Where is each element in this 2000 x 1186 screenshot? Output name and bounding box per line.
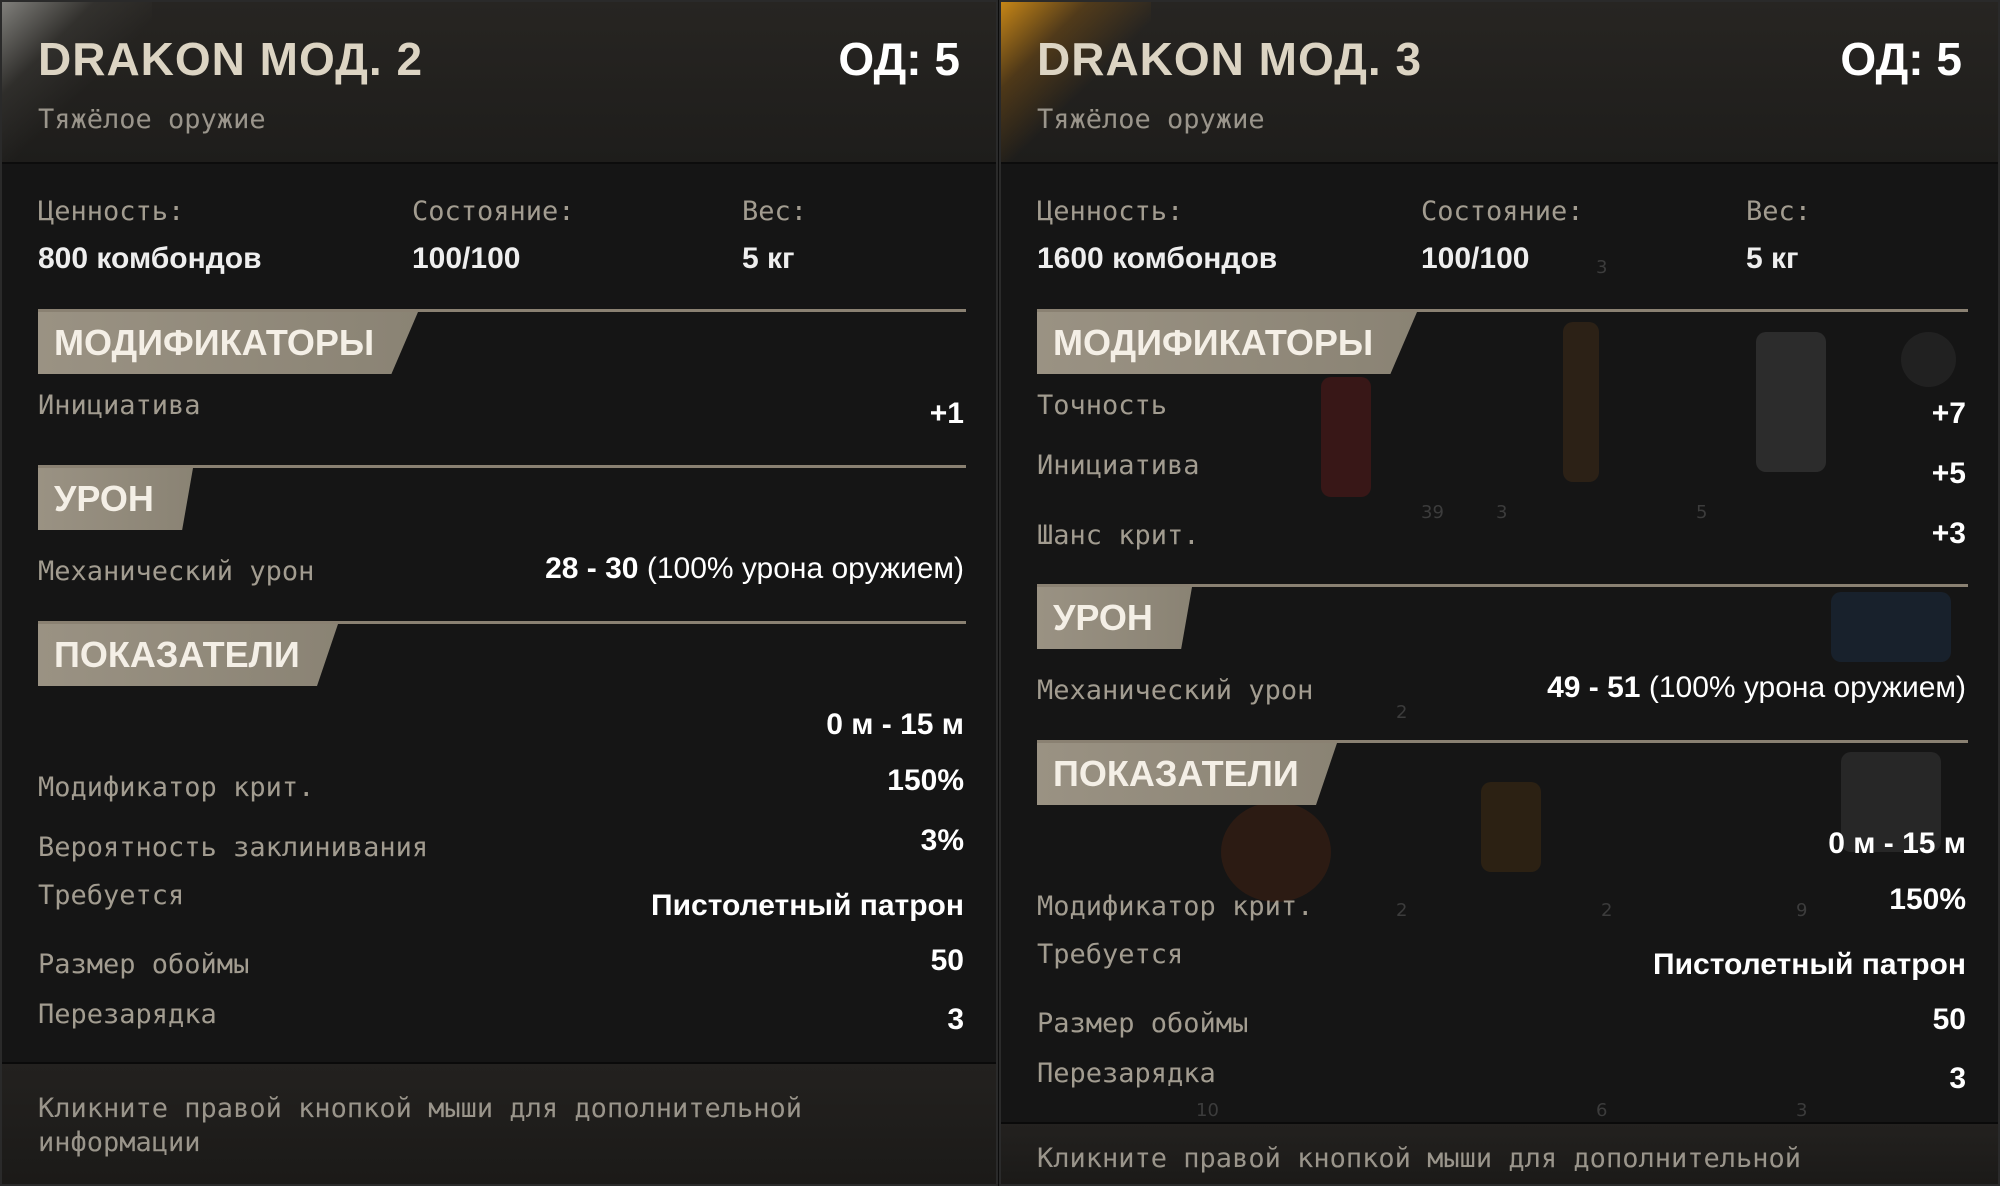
modifier-label: Инициатива: [1037, 450, 1200, 481]
damage-range: 49 - 51: [1547, 671, 1641, 704]
stat-value: 150%: [887, 764, 964, 797]
modifier-value: +1: [929, 397, 964, 430]
inventory-count: 2: [1396, 702, 1408, 723]
value-amount: 800 комбондов: [38, 242, 262, 275]
stat-label: Требуется: [1037, 939, 1184, 970]
condition-label: Состояние:: [412, 196, 575, 227]
section-title: УРОН: [54, 478, 154, 519]
stat-value: 3: [1949, 1062, 1966, 1095]
damage-percent: (100% урона оружием): [646, 552, 964, 585]
condition-value: 100/100: [412, 242, 521, 275]
stat-label: Перезарядка: [38, 999, 217, 1030]
inventory-count: 9: [1796, 900, 1808, 921]
section-title: ПОКАЗАТЕЛИ: [54, 634, 300, 675]
stat-label: Модификатор крит.: [38, 772, 315, 803]
inventory-count: 2: [1396, 900, 1408, 921]
stat-value: 50: [1932, 1003, 1966, 1036]
value-amount: 1600 комбондов: [1037, 242, 1278, 275]
inventory-count: 3: [1796, 1100, 1808, 1121]
item-tooltip-right: 39 3 5 3 2 2 2 9 10 6 3 DRAKON МОД. 3 ОД…: [999, 0, 2000, 1186]
weight-label: Вес:: [1746, 196, 1812, 227]
inventory-count: 2: [1601, 900, 1613, 921]
divider: [1037, 740, 1968, 743]
divider: [38, 309, 966, 312]
divider: [1037, 584, 1968, 587]
section-title: МОДИФИКАТОРЫ: [1053, 322, 1374, 363]
divider: [1037, 309, 1968, 312]
section-header-stats: ПОКАЗАТЕЛИ: [1037, 743, 1337, 805]
section-title: УРОН: [1053, 597, 1153, 638]
tooltip-header: DRAKON МОД. 3 ОД: 5 Тяжёлое оружие: [1001, 2, 1998, 164]
section-header-damage: УРОН: [1037, 587, 1192, 649]
damage-value: 28 - 30 (100% урона оружием): [545, 552, 964, 586]
section-header-modifiers: МОДИФИКАТОРЫ: [1037, 312, 1417, 374]
weight-value: 5 кг: [742, 242, 795, 275]
weight-label: Вес:: [742, 196, 808, 227]
stat-value: 50: [930, 944, 964, 977]
stat-label: Вероятность заклинивания: [38, 832, 429, 863]
section-header-damage: УРОН: [38, 468, 193, 530]
item-tooltip-left: DRAKON МОД. 2 ОД: 5 Тяжёлое оружие Ценно…: [0, 0, 998, 1186]
section-header-modifiers: МОДИФИКАТОРЫ: [38, 312, 418, 374]
tape-roll-icon: [1831, 592, 1951, 662]
modifier-label: Точность: [1037, 390, 1168, 421]
modifier-label: Шанс крит.: [1037, 520, 1200, 551]
item-name: DRAKON МОД. 2: [38, 33, 424, 85]
item-type: Тяжёлое оружие: [1037, 104, 1265, 135]
gear-icon: [1901, 332, 1956, 387]
action-points: ОД: 5: [838, 33, 960, 85]
item-type: Тяжёлое оружие: [38, 104, 266, 135]
footer-hint: Кликните правой кнопкой мыши для дополни…: [38, 1093, 803, 1158]
action-points: ОД: 5: [1840, 33, 1962, 85]
stat-label: Требуется: [38, 880, 185, 911]
jar-icon: [1481, 782, 1541, 872]
damage-range: 28 - 30: [545, 552, 639, 585]
condition-value: 100/100: [1421, 242, 1530, 275]
range-value: 0 м - 15 м: [826, 708, 964, 741]
stat-label: Модификатор крит.: [1037, 891, 1314, 922]
modifier-value: +5: [1931, 457, 1966, 490]
range-value: 0 м - 15 м: [1828, 827, 1966, 860]
tooltip-comparison: DRAKON МОД. 2 ОД: 5 Тяжёлое оружие Ценно…: [0, 0, 2000, 1186]
tooltip-footer: Кликните правой кнопкой мыши для дополни…: [2, 1062, 996, 1184]
inventory-count: 6: [1596, 1100, 1608, 1121]
stat-value: 3: [947, 1003, 964, 1036]
damage-label: Механический урон: [1037, 675, 1314, 706]
tooltip-header: DRAKON МОД. 2 ОД: 5 Тяжёлое оружие: [2, 2, 996, 164]
divider: [38, 621, 966, 624]
damage-percent: (100% урона оружием): [1648, 671, 1966, 704]
modifier-value: +7: [1931, 397, 1966, 430]
damage-label: Механический урон: [38, 556, 315, 587]
stat-label: Размер обоймы: [1037, 1008, 1249, 1039]
inventory-count: 39: [1421, 502, 1444, 523]
inventory-count: 5: [1696, 502, 1708, 523]
section-title: МОДИФИКАТОРЫ: [54, 322, 375, 363]
stat-value: 3%: [920, 824, 964, 857]
bottle-icon: [1563, 322, 1599, 482]
grenade-icon: [1221, 802, 1331, 902]
stat-label: Перезарядка: [1037, 1058, 1216, 1089]
stat-label: Размер обоймы: [38, 949, 250, 980]
flask-icon: [1756, 332, 1826, 472]
tooltip-footer: Кликните правой кнопкой мыши для дополни…: [1001, 1122, 1998, 1184]
inventory-count: 3: [1496, 502, 1508, 523]
inventory-count: 10: [1196, 1100, 1219, 1121]
stat-value: 150%: [1889, 883, 1966, 916]
section-header-stats: ПОКАЗАТЕЛИ: [38, 624, 338, 686]
stat-value: Пистолетный патрон: [1653, 948, 1966, 981]
section-title: ПОКАЗАТЕЛИ: [1053, 753, 1299, 794]
soda-can-icon: [1321, 377, 1371, 497]
weight-value: 5 кг: [1746, 242, 1799, 275]
modifier-label: Инициатива: [38, 390, 201, 421]
item-name: DRAKON МОД. 3: [1037, 33, 1423, 85]
value-label: Ценность:: [1037, 196, 1184, 227]
modifier-value: +3: [1931, 517, 1966, 550]
footer-hint: Кликните правой кнопкой мыши для дополни…: [1037, 1143, 1802, 1174]
condition-label: Состояние:: [1421, 196, 1584, 227]
divider: [38, 465, 966, 468]
damage-value: 49 - 51 (100% урона оружием): [1547, 671, 1966, 705]
stat-value: Пистолетный патрон: [651, 889, 964, 922]
value-label: Ценность:: [38, 196, 185, 227]
inventory-count: 3: [1596, 257, 1608, 278]
